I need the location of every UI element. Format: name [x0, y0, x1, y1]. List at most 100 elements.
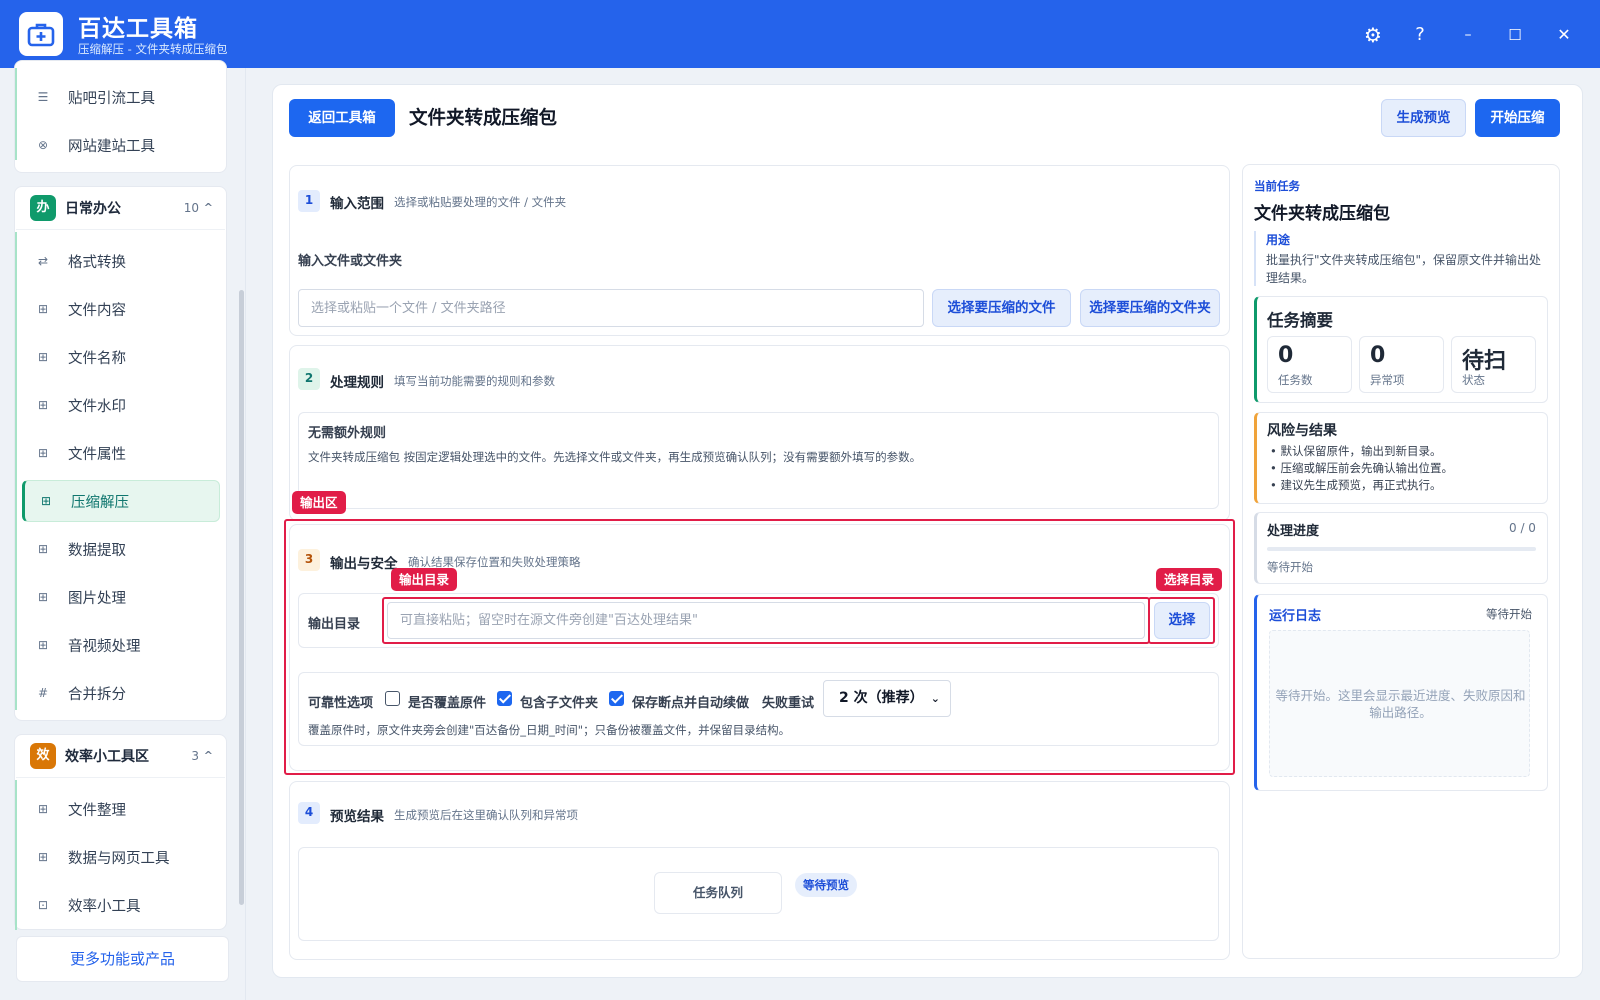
sidebar-item-label: 压缩解压 — [71, 494, 129, 511]
start-compress-button[interactable]: 开始压缩 — [1475, 99, 1560, 137]
progress-bar — [1267, 547, 1536, 551]
sidebar-item-label: 数据提取 — [68, 542, 126, 559]
grid-icon: ⇄ — [37, 254, 49, 268]
sidebar-item-label: 图片处理 — [68, 590, 126, 607]
sidebar-item-tieba[interactable]: ☰ 贴吧引流工具 — [22, 76, 220, 118]
input-path-field[interactable] — [298, 289, 924, 327]
resume-checkpoint-checkbox[interactable] — [609, 691, 624, 706]
sidebar-item[interactable]: ⊞ 数据与网页工具 — [22, 836, 220, 878]
section-description: 生成预览后在这里确认队列和异常项 — [394, 808, 578, 822]
retry-count-select[interactable]: 2 次（推荐） ⌄ — [823, 680, 951, 717]
stat-label: 任务数 — [1278, 373, 1313, 387]
sidebar-item-label: 贴吧引流工具 — [68, 90, 155, 107]
grid-icon: ⊞ — [37, 398, 49, 412]
chevron-down-icon: ⌄ — [930, 692, 940, 705]
select-folder-button[interactable]: 选择要压缩的文件夹 — [1080, 289, 1220, 327]
stat-label: 异常项 — [1370, 373, 1405, 387]
choose-dir-button[interactable]: 选择 — [1154, 602, 1210, 639]
sidebar-item-label: 文件属性 — [68, 446, 126, 463]
close-button[interactable]: ✕ — [1549, 20, 1579, 50]
group-count: 3 — [191, 748, 199, 763]
maximize-button[interactable]: ☐ — [1500, 20, 1530, 50]
chevron-up-icon[interactable]: ^ — [204, 749, 213, 762]
settings-icon[interactable]: ⚙ — [1358, 20, 1388, 50]
task-title: 文件夹转成压缩包 — [1254, 204, 1390, 224]
output-dir-input[interactable] — [387, 602, 1145, 639]
step-number: 4 — [298, 802, 320, 824]
list-icon: ☰ — [37, 90, 49, 104]
sidebar-item[interactable]: ⊞ 文件名称 — [22, 336, 220, 378]
risk-item: • 建议先生成预览，再正式执行。 — [1270, 477, 1540, 494]
reliability-label: 可靠性选项 — [308, 696, 374, 711]
task-queue-button[interactable]: 任务队列 — [654, 872, 782, 914]
stat-label: 状态 — [1462, 373, 1485, 387]
step-number: 1 — [298, 190, 320, 212]
sidebar-item-label: 文件内容 — [68, 302, 126, 319]
input-field-label: 输入文件或文件夹 — [298, 254, 403, 269]
bullet-icon: • — [1270, 478, 1281, 492]
title-bar: 百达工具箱 压缩解压 - 文件夹转成压缩包 ⚙ ? – ☐ ✕ — [0, 0, 1600, 68]
section-title: 输入范围 — [330, 196, 384, 212]
globe-icon: ⊗ — [37, 138, 49, 152]
sidebar-group-efficiency-header[interactable]: 效 效率小工具区 3 ^ — [16, 734, 225, 778]
sidebar-item-label: 文件名称 — [68, 350, 126, 367]
sidebar-item[interactable]: ⇄ 格式转换 — [22, 240, 220, 282]
back-to-toolbox-button[interactable]: 返回工具箱 — [289, 99, 395, 137]
chevron-up-icon[interactable]: ^ — [204, 201, 213, 214]
generate-preview-button[interactable]: 生成预览 — [1381, 99, 1466, 137]
overwrite-original-checkbox[interactable] — [385, 691, 400, 706]
sidebar-group-office-header[interactable]: 办 日常办公 10 ^ — [16, 186, 225, 230]
step-number: 2 — [298, 368, 320, 390]
progress-status: 等待开始 — [1267, 560, 1313, 574]
risk-item: • 默认保留原件，输出到新目录。 — [1270, 443, 1540, 460]
sidebar-item[interactable]: ⊞ 文件属性 — [22, 432, 220, 474]
include-subfolders-checkbox[interactable] — [497, 691, 512, 706]
sidebar-item-label: 网站建站工具 — [68, 138, 155, 155]
section-title: 预览结果 — [330, 809, 384, 825]
progress-title: 处理进度 — [1267, 524, 1320, 539]
progress-count: 0 / 0 — [1509, 521, 1536, 535]
sidebar-scrollbar[interactable] — [239, 290, 244, 905]
run-log-output[interactable]: 等待开始。这里会显示最近进度、失败原因和输出路径。 — [1269, 630, 1530, 777]
bullet-icon: • — [1270, 461, 1281, 475]
sidebar-item-label: 数据与网页工具 — [68, 850, 170, 867]
sidebar-item[interactable]: # 合并拆分 — [22, 672, 220, 714]
grid-icon: ⊞ — [37, 302, 49, 316]
sidebar-item-label: 合并拆分 — [68, 686, 126, 703]
choose-dir-tag: 选择目录 — [1156, 568, 1223, 591]
sidebar-item[interactable]: ⊞ 图片处理 — [22, 576, 220, 618]
rules-box-description: 文件夹转成压缩包 按固定逻辑处理选中的文件。先选择文件或文件夹，再生成预览确认队… — [308, 450, 922, 464]
group-connector-line — [15, 780, 17, 930]
overwrite-note: 覆盖原件时，原文件夹旁会创建"百达备份_日期_时间"；只备份被覆盖文件，并保留目… — [308, 723, 791, 737]
rules-box-title: 无需额外规则 — [308, 426, 387, 441]
minimize-button[interactable]: – — [1453, 20, 1483, 50]
status-badge: 等待预览 — [795, 873, 857, 897]
select-files-button[interactable]: 选择要压缩的文件 — [932, 289, 1071, 327]
sidebar-item[interactable]: ⊞ 数据提取 — [22, 528, 220, 570]
sidebar-item[interactable]: ⊡ 效率小工具 — [22, 884, 220, 926]
resume-checkpoint-label[interactable]: 保存断点并自动续做 — [632, 692, 749, 711]
purpose-label: 用途 — [1266, 233, 1291, 247]
stat-value: 待扫 — [1462, 349, 1507, 374]
grid-icon: ⊞ — [37, 446, 49, 460]
section-title: 输出与安全 — [330, 556, 398, 572]
sidebar-item[interactable]: ⊞ 音视频处理 — [22, 624, 220, 666]
help-icon[interactable]: ? — [1405, 20, 1435, 50]
overwrite-original-label[interactable]: 是否覆盖原件 — [408, 692, 486, 711]
sidebar-item[interactable]: ⊞ 文件水印 — [22, 384, 220, 426]
include-subfolders-label[interactable]: 包含子文件夹 — [520, 692, 598, 711]
sidebar-item[interactable]: ⊞ 文件内容 — [22, 288, 220, 330]
group-badge-efficiency: 效 — [30, 742, 56, 769]
stat-error-count: 0 异常项 — [1359, 336, 1444, 393]
stat-task-count: 0 任务数 — [1267, 336, 1352, 393]
run-log-status: 等待开始 — [1486, 607, 1532, 621]
risk-item-text: 默认保留原件，输出到新目录。 — [1280, 444, 1442, 458]
group-badge-office: 办 — [30, 194, 56, 221]
sidebar-item-website[interactable]: ⊗ 网站建站工具 — [22, 124, 220, 166]
sidebar-item-label: 音视频处理 — [68, 638, 141, 655]
grid-icon: ⊞ — [37, 542, 49, 556]
more-features-button[interactable]: 更多功能或产品 — [16, 936, 229, 982]
sidebar-item[interactable]: ⊞ 压缩解压 — [22, 480, 220, 522]
sidebar-item[interactable]: ⊞ 文件整理 — [22, 788, 220, 830]
step-number: 3 — [298, 549, 320, 571]
